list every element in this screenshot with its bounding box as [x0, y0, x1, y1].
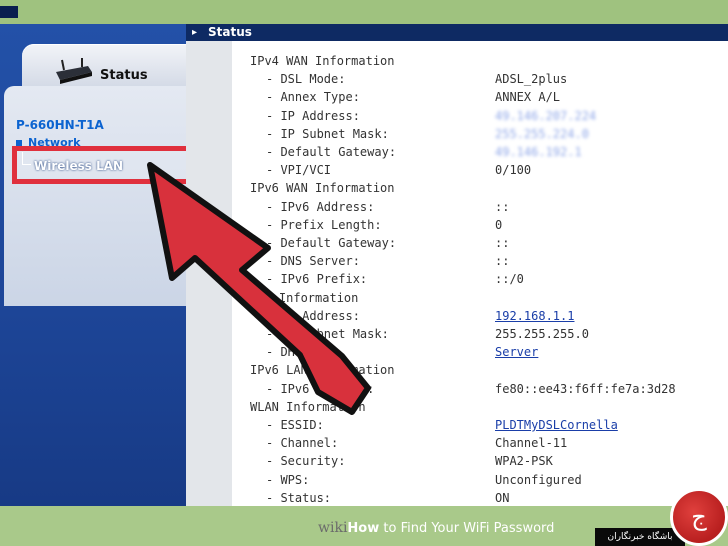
row-key: - Annex Type: — [266, 90, 360, 105]
table-row: - WPS: Unconfigured — [232, 472, 728, 490]
row-key: - DNS Server: — [266, 254, 360, 269]
row-value: 0 — [495, 217, 503, 232]
page-title: Status — [208, 25, 252, 39]
section-header: IPv4 WAN Information — [232, 53, 728, 71]
status-table: IPv4 WAN Information - DSL Mode: ADSL_2plu… — [232, 41, 728, 506]
router-icon — [56, 58, 92, 84]
content-header: ▸ Status — [186, 24, 728, 41]
row-value: Channel-11 — [495, 436, 568, 451]
row-key: - IPv6 Prefix: — [266, 272, 368, 287]
row-key: IPv6 LAN Information — [250, 363, 395, 378]
row-key: - IP Address: — [266, 108, 360, 123]
table-row: - DSL Mode: ADSL_2plus — [232, 71, 728, 89]
table-row: - IP Subnet Mask: 255.255.224.0 — [232, 126, 728, 144]
row-value: 49.146.207.224 — [495, 108, 597, 123]
table-row: - IPv6 Address::: — [232, 199, 728, 217]
expand-icon[interactable]: ▸ — [192, 27, 197, 38]
row-value: Unconfigured — [495, 472, 582, 487]
table-row: - Prefix Length: 0 — [232, 217, 728, 235]
row-value: ANNEX A/L — [495, 90, 561, 105]
tree-connector-icon — [22, 152, 31, 165]
row-key: - IPv6 Address: — [266, 381, 375, 396]
table-row: - IP Address: 192.168.1.1 — [232, 308, 728, 326]
status-tab-label: Status — [100, 68, 148, 83]
row-key: - Default Gateway: — [266, 145, 397, 159]
table-row: - IP Address: 49.146.207.224 — [232, 108, 728, 126]
caption-rest: to Find Your WiFi Password — [379, 521, 555, 536]
section-header: LAN Information — [232, 290, 728, 308]
section-header: WLAN Information — [232, 399, 728, 417]
row-value-link[interactable]: Server — [495, 345, 538, 359]
device-name[interactable]: P-660HN-T1A — [16, 118, 104, 132]
brand-logo: ج — [670, 488, 728, 546]
row-key: - DSL Mode: — [266, 72, 346, 87]
sidebar: Status P-660HN-T1A Network Wireless LAN — [0, 24, 186, 506]
row-value: :: — [495, 254, 510, 269]
table-row: - Status: ON — [232, 490, 728, 506]
table-row: - DNS Server::: — [232, 253, 728, 271]
table-row: - Annex Type: ANNEX A/L — [232, 89, 728, 107]
row-value: 255.255.255.0 — [495, 327, 589, 341]
row-key: - Channel: — [266, 436, 339, 451]
table-row: - Default Gateway::: — [232, 235, 728, 253]
row-key: - IP Address: — [266, 308, 360, 323]
row-key: - IP Subnet Mask: — [266, 126, 389, 141]
table-row: - Security: WPA2-PSK — [232, 453, 728, 471]
row-value: ::/0 — [495, 272, 524, 287]
row-key: - VPI/VCI — [266, 163, 332, 178]
row-key: IPv4 WAN Information — [250, 54, 395, 68]
row-key: - IPv6 Address: — [266, 199, 375, 214]
row-value: 255.255.224.0 — [495, 126, 589, 141]
row-key: - DHCP: — [266, 345, 317, 360]
row-key: WLAN Information — [250, 399, 366, 414]
table-row: - IP Subnet Mask: 255.255.255.0 — [232, 326, 728, 344]
table-row: - Default Gateway: 49.146.192.1 — [232, 144, 728, 162]
row-value: WPA2-PSK — [495, 454, 553, 469]
row-value: ADSL_2plus — [495, 72, 568, 87]
table-row: - VPI/VCI 0/100 — [232, 162, 728, 180]
row-value: ON — [495, 490, 510, 505]
row-key: - Prefix Length: — [266, 217, 382, 232]
top-band — [0, 0, 728, 24]
table-row: - IPv6 Address: fe80::ee43:f6ff:fe7a:3d28 — [232, 381, 728, 399]
table-row: - ESSID: PLDTMyDSLCornella — [232, 417, 728, 435]
row-key: - Security: — [266, 454, 346, 469]
row-value: :: — [495, 199, 510, 214]
row-value: fe80::ee43:f6ff:fe7a:3d28 — [495, 381, 676, 396]
row-value: :: — [495, 236, 510, 250]
section-header: IPv6 WAN Information — [232, 180, 728, 198]
table-row: - Channel: Channel-11 — [232, 435, 728, 453]
section-header: IPv6 LAN Information — [232, 362, 728, 380]
sidebar-item-wireless-lan[interactable]: Wireless LAN — [34, 159, 123, 173]
top-chip — [0, 6, 18, 18]
brand-badge: باشگاه خبرنگاران — [595, 528, 685, 546]
table-row: - IPv6 Prefix:::/0 — [232, 271, 728, 289]
caption-wiki: wiki — [318, 520, 348, 536]
content-gutter — [186, 41, 232, 506]
row-key: IPv6 WAN Information — [250, 181, 395, 196]
row-key: - Default Gateway: — [266, 236, 397, 250]
row-key: - ESSID: — [266, 418, 324, 432]
row-value: 0/100 — [495, 163, 532, 178]
row-value-link[interactable]: 192.168.1.1 — [495, 309, 574, 323]
row-value: 49.146.192.1 — [495, 145, 582, 159]
row-key: - IP Subnet Mask: — [266, 327, 389, 341]
caption: wikiHow to Find Your WiFi Password — [318, 520, 554, 536]
router-screen: Status P-660HN-T1A Network Wireless LAN … — [0, 24, 728, 506]
table-row: - DHCP: Server — [232, 344, 728, 362]
row-key: LAN Information — [250, 290, 359, 305]
caption-how: How — [347, 521, 380, 536]
row-key: - Status: — [266, 490, 332, 505]
row-key: - WPS: — [266, 472, 310, 487]
row-value-link[interactable]: PLDTMyDSLCornella — [495, 418, 618, 432]
